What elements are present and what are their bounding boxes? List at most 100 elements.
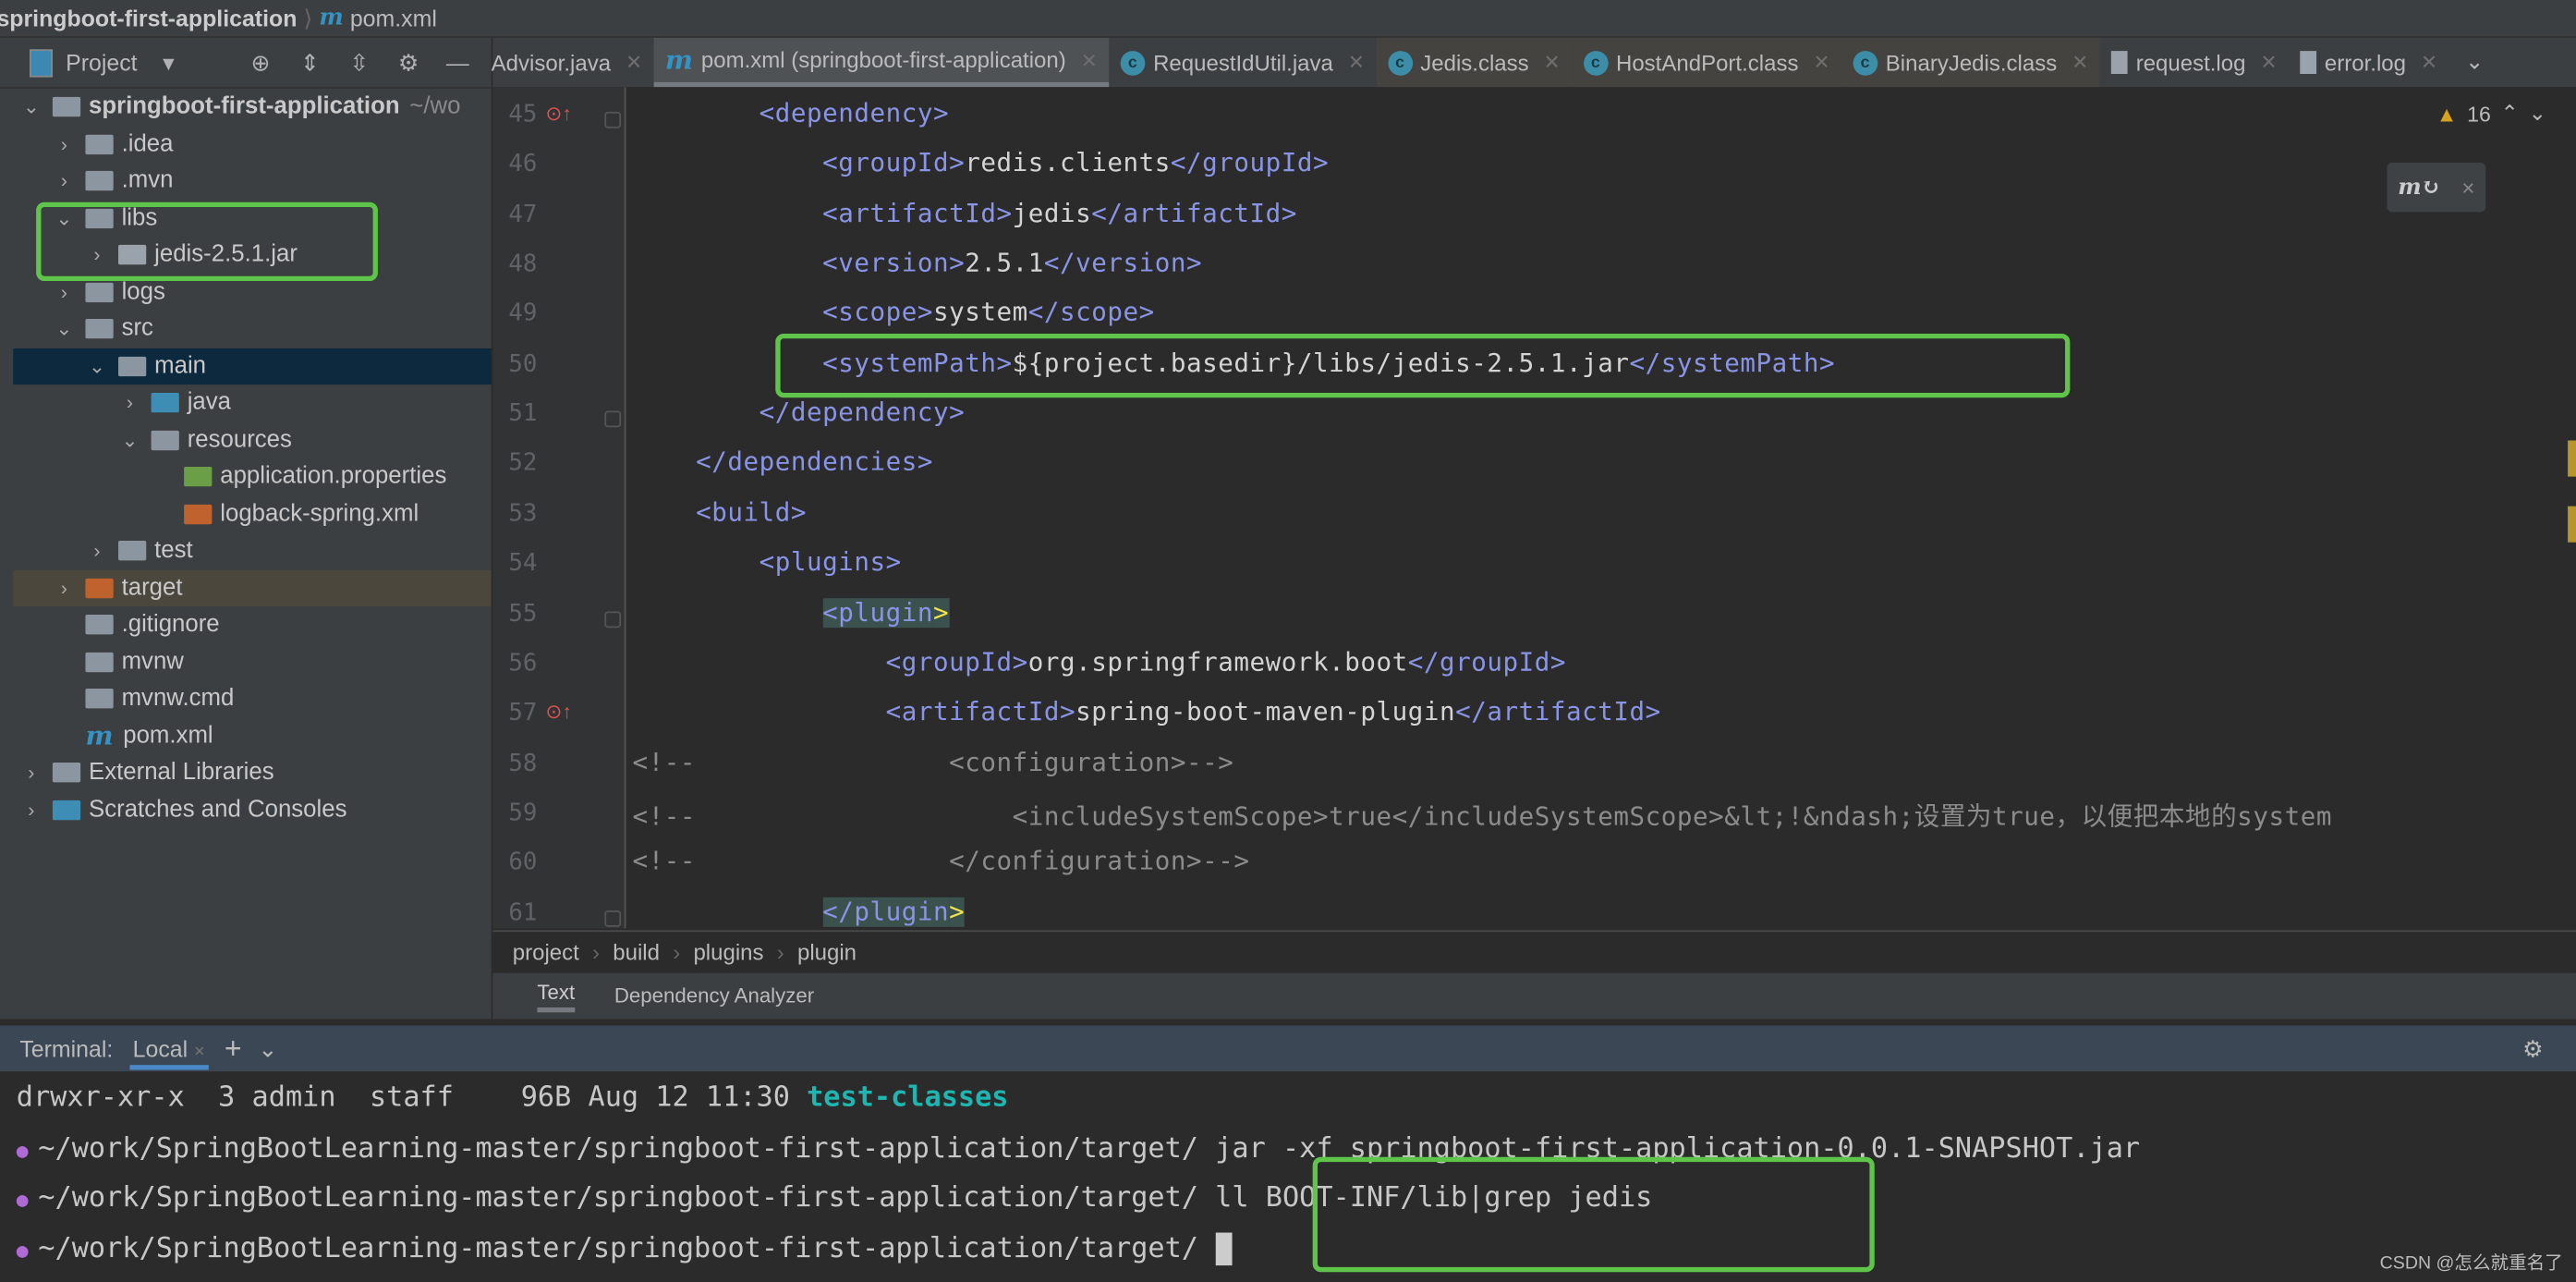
dropdown-icon[interactable]: ▾ bbox=[151, 48, 187, 76]
terminal-tab-local[interactable]: Local × bbox=[129, 1028, 209, 1069]
tree-item-label: resources bbox=[187, 426, 292, 454]
code-line: <plugin> bbox=[633, 597, 950, 627]
excluded-folder-icon bbox=[85, 578, 114, 598]
locate-icon[interactable]: ⊕ bbox=[242, 48, 278, 76]
shell-icon bbox=[85, 652, 114, 672]
tree-item-label: Scratches and Consoles bbox=[89, 796, 347, 824]
gear-icon[interactable]: ⚙ bbox=[2522, 1034, 2543, 1062]
chevron-right-icon[interactable]: › bbox=[19, 762, 43, 785]
chevron-right-icon[interactable]: › bbox=[118, 392, 141, 415]
chevron-right-icon[interactable]: › bbox=[53, 281, 76, 304]
expand-all-icon[interactable]: ⇕ bbox=[292, 48, 328, 76]
breadcrumb-separator: › bbox=[592, 940, 601, 965]
fold-marker-icon[interactable] bbox=[604, 910, 622, 927]
tree-item[interactable]: .gitignore bbox=[13, 606, 491, 643]
close-icon[interactable]: × bbox=[194, 1041, 204, 1060]
apple-prompt-icon: ● bbox=[16, 1238, 29, 1262]
code-token: <!-- </configuration>--> bbox=[632, 847, 1250, 877]
maven-icon: m bbox=[319, 5, 344, 31]
close-icon[interactable]: × bbox=[2461, 175, 2474, 200]
nav-file[interactable]: pom.xml bbox=[350, 5, 437, 31]
tree-item[interactable]: application.properties bbox=[13, 458, 491, 495]
editor-tab[interactable]: c BinaryJedis.class ✕ bbox=[1841, 37, 2100, 88]
maven-reload-icon[interactable]: m↻ bbox=[2398, 174, 2440, 200]
tree-item[interactable]: m pom.xml bbox=[13, 717, 491, 754]
tree-item[interactable]: logback-spring.xml bbox=[13, 495, 491, 532]
class-icon: c bbox=[1120, 50, 1146, 75]
chevron-right-icon[interactable]: › bbox=[53, 170, 76, 193]
editor-tab[interactable]: c RequestIdUtil.java ✕ bbox=[1109, 38, 1376, 87]
tree-item[interactable]: ⌄ src bbox=[13, 311, 491, 348]
fold-marker-icon[interactable] bbox=[604, 410, 622, 428]
tree-item[interactable]: › java bbox=[13, 385, 491, 421]
chevron-right-icon[interactable]: › bbox=[19, 799, 43, 822]
chevron-down-icon[interactable]: ⌄ bbox=[53, 318, 76, 341]
tab-dependency-analyzer[interactable]: Dependency Analyzer bbox=[614, 984, 814, 1007]
new-tab-icon[interactable]: + bbox=[225, 1032, 242, 1066]
breadcrumb-item[interactable]: plugins bbox=[693, 940, 763, 965]
close-icon[interactable]: ✕ bbox=[1544, 51, 1561, 74]
terminal-output[interactable]: drwxr-xr-x 3 admin staff 96B Aug 12 11:3… bbox=[0, 1071, 2576, 1282]
code-editor[interactable]: 45 ⊙↑ <dependency> 46 <groupId>redis.clien… bbox=[492, 87, 2576, 929]
chevron-right-icon[interactable]: › bbox=[85, 540, 108, 563]
override-marker-icon[interactable]: ⊙↑ bbox=[545, 701, 572, 724]
override-marker-icon[interactable]: ⊙↑ bbox=[545, 102, 572, 125]
tree-item[interactable]: ⌄ main bbox=[13, 348, 492, 385]
fold-marker-icon[interactable] bbox=[604, 111, 622, 128]
chevron-down-icon[interactable]: ⌄ bbox=[85, 355, 108, 378]
tree-item[interactable]: › External Libraries bbox=[13, 754, 491, 791]
tree-item[interactable]: › .mvn bbox=[13, 163, 491, 200]
close-icon[interactable]: ✕ bbox=[2260, 51, 2277, 74]
next-issue-icon[interactable]: ⌄ bbox=[2529, 100, 2546, 126]
line-number: 53 bbox=[508, 500, 538, 528]
editor-tab[interactable]: c HostAndPort.class ✕ bbox=[1571, 37, 1841, 88]
code-line: <groupId>org.springframework.boot</group… bbox=[633, 647, 1566, 677]
gear-icon[interactable]: ⚙ bbox=[390, 48, 426, 76]
close-icon[interactable]: ✕ bbox=[1348, 51, 1365, 74]
prev-issue-icon[interactable]: ⌃ bbox=[2501, 100, 2519, 126]
code-line: <build> bbox=[633, 497, 807, 527]
close-icon[interactable]: ✕ bbox=[1813, 51, 1829, 74]
editor-tab[interactable]: error.log ✕ bbox=[2289, 38, 2449, 87]
chevron-down-icon[interactable]: ⌄ bbox=[258, 1034, 277, 1062]
folder-icon bbox=[85, 319, 114, 339]
breadcrumb-item[interactable]: build bbox=[613, 940, 660, 965]
breadcrumb-item[interactable]: plugin bbox=[797, 940, 857, 965]
tree-item[interactable]: › Scratches and Consoles bbox=[13, 791, 491, 828]
editor-tab[interactable]: request.log ✕ bbox=[2100, 38, 2289, 87]
tree-item[interactable]: ⌄ springboot-first-application ~/wo bbox=[13, 89, 491, 126]
close-icon[interactable]: ✕ bbox=[2421, 51, 2437, 74]
breadcrumb-item[interactable]: project bbox=[513, 940, 579, 965]
tree-item-label: mvnw bbox=[121, 648, 184, 676]
code-line: <!-- </configuration>--> bbox=[633, 847, 1250, 876]
nav-project[interactable]: springboot-first-application bbox=[0, 5, 297, 31]
chevron-down-icon[interactable]: ⌄ bbox=[19, 96, 43, 119]
tree-item[interactable]: mvnw bbox=[13, 643, 491, 680]
tree-item[interactable]: › .idea bbox=[13, 126, 491, 163]
close-icon[interactable]: ✕ bbox=[1081, 48, 1098, 71]
nav-separator: ⟩ bbox=[303, 4, 313, 31]
tab-text[interactable]: Text bbox=[537, 981, 576, 1012]
chevron-right-icon[interactable]: › bbox=[53, 577, 76, 600]
tree-item[interactable]: › target bbox=[13, 569, 492, 607]
close-icon[interactable]: ✕ bbox=[626, 51, 642, 74]
fold-marker-icon[interactable] bbox=[604, 610, 622, 628]
tree-item[interactable]: › test bbox=[13, 532, 491, 569]
inspection-widget[interactable]: ▲ 16 ⌃ ⌄ bbox=[2436, 100, 2546, 126]
tree-item[interactable]: mvnw.cmd bbox=[13, 680, 491, 717]
editor-tab[interactable]: Advisor.java ✕ bbox=[480, 38, 653, 87]
hide-icon[interactable]: — bbox=[440, 49, 476, 75]
tree-item[interactable]: ⌄ resources bbox=[13, 421, 491, 458]
close-icon[interactable]: ✕ bbox=[2072, 51, 2088, 74]
chevron-down-icon[interactable]: ⌄ bbox=[2465, 49, 2484, 75]
maven-reload-popup[interactable]: m↻ × bbox=[2387, 163, 2486, 213]
collapse-all-icon[interactable]: ⇳ bbox=[341, 48, 377, 76]
chevron-down-icon[interactable]: ⌄ bbox=[118, 429, 141, 452]
editor-tab[interactable]: m pom.xml (springboot-first-application) ✕ bbox=[653, 37, 1110, 88]
chevron-right-icon[interactable]: › bbox=[53, 133, 76, 156]
project-view-title[interactable]: Project bbox=[66, 49, 137, 75]
editor-tab[interactable]: c Jedis.class ✕ bbox=[1376, 37, 1572, 88]
